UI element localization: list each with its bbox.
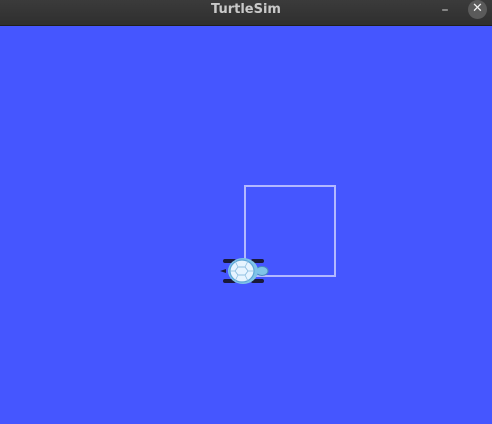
minimize-button[interactable]: –: [437, 3, 453, 19]
turtlesim-window: TurtleSim – ✕: [0, 0, 492, 424]
close-button[interactable]: ✕: [468, 0, 487, 19]
title-bar[interactable]: TurtleSim – ✕: [0, 0, 492, 26]
window-title: TurtleSim: [211, 2, 281, 17]
canvas-drawing: [220, 185, 336, 284]
turtle-tail: [220, 269, 226, 273]
simulation-canvas: [0, 26, 492, 424]
turtle-icon: [220, 258, 269, 284]
